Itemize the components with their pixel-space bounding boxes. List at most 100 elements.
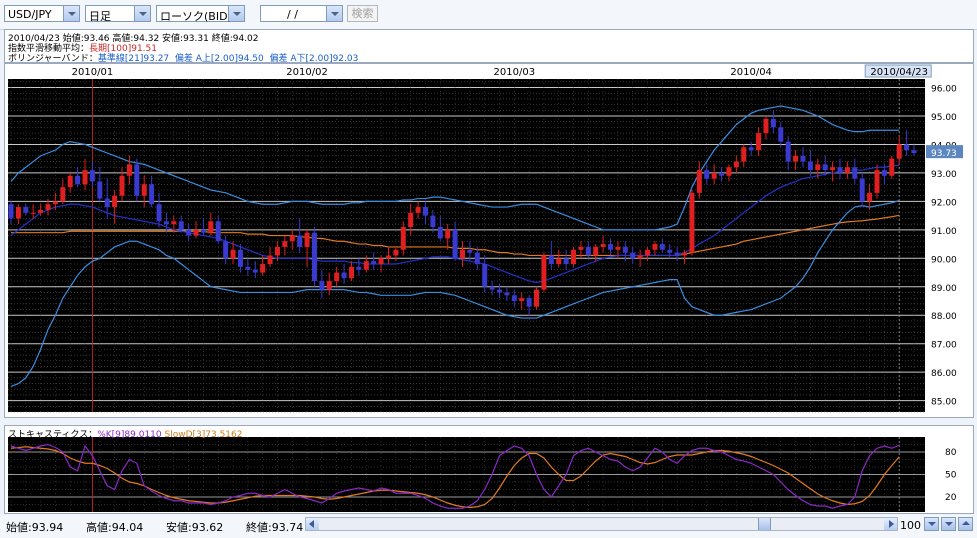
x-axis-band [8,64,925,79]
x-tick-label: 2010/03 [494,67,536,78]
candle-body [519,298,525,301]
candle-body [163,221,169,225]
y-tick-label: 85.00 [931,398,957,408]
x-tick-label: 2010/02 [286,67,328,78]
currency-pair-value: USD/JPY [8,8,52,21]
candle-body [445,229,451,239]
status-close: 終値:93.74 [246,521,304,534]
search-button[interactable]: 検索 [347,5,378,22]
candle-body [711,172,717,179]
candle-body [15,207,21,219]
currency-pair-select[interactable]: USD/JPY [4,5,80,22]
toolbar: USD/JPY 日足 ローソク(BID) / / 検索 [0,0,977,30]
y-tick-label: 92.00 [931,198,957,208]
chart-type-select[interactable]: ローソク(BID) [156,5,245,23]
candle-body [563,258,569,264]
candle-body [215,221,221,242]
date-select[interactable]: / / [260,5,343,22]
candle-body [733,161,739,168]
zoom-level: 100 [900,519,921,532]
scroll-thumb[interactable] [758,518,771,530]
candle-body [645,249,651,256]
stoch-d-value: SlowD[3]73.5162 [164,430,243,440]
scroll-right-icon[interactable] [884,518,897,530]
candle-body [793,155,799,162]
candle-body [178,221,184,230]
candle-body [171,221,177,225]
y-tick-label: 86.00 [931,369,957,379]
candle-body [223,241,229,259]
stochastic-panel[interactable]: ストキャスティクス：%K[9]89.0110 SlowD[3]73.5162 2… [4,425,974,514]
candle-body [622,246,628,253]
candle-body [30,212,36,214]
candle-body [867,192,873,202]
candle-body [89,170,95,182]
x-tick-label: 2010/01 [72,67,114,78]
candle-body [534,289,540,307]
candle-body [311,232,317,282]
candle-body [8,204,14,219]
candle-body [489,286,495,290]
stoch-y-tick-label: 80 [945,448,957,458]
chevron-down-icon[interactable] [134,6,150,21]
y-tick-label: 89.00 [931,284,957,294]
stoch-y-tick-label: 50 [945,471,957,481]
candle-body [600,244,606,247]
stoch-y-tick-label: 20 [945,493,957,503]
candle-body [23,207,29,213]
candle-body [726,167,732,176]
y-tick-label: 91.00 [931,227,957,237]
candle-body [637,255,643,259]
candle-body [652,244,658,250]
chevron-down-icon[interactable] [326,6,342,21]
candle-body [319,281,325,290]
zoom-up-button[interactable] [958,517,973,531]
candle-body [541,255,547,290]
candle-body [45,204,51,210]
candle-body [104,198,110,208]
candle-body [585,246,591,256]
candle-body [659,244,665,250]
candle-body [326,281,332,290]
candle-body [200,229,206,233]
candle-body [741,147,747,162]
candle-body [97,181,103,199]
candle-body [371,261,377,264]
candlestick-chart[interactable]: 2010/01 2010/02 2010/03 2010/04 2010/04/23 85… [5,64,973,417]
candle-body [911,150,917,153]
price-chart-panel[interactable]: 2010/01 2010/02 2010/03 2010/04 2010/04/23 85… [4,63,974,418]
candle-body [112,195,118,208]
candle-body [400,227,406,250]
chevron-down-icon[interactable] [228,6,244,21]
y-tick-label: 88.00 [931,312,957,322]
candle-body [356,266,362,270]
scroll-left-icon[interactable] [306,518,319,530]
period-select[interactable]: 日足 [85,5,151,23]
chevron-down-icon[interactable] [63,6,79,21]
candle-body [682,252,688,256]
y-tick-label: 90.00 [931,255,957,265]
candle-body [289,235,295,242]
x-tick-label: 2010/04/23 [870,67,928,78]
candle-body [630,252,636,259]
stochastic-prefix: ストキャスティクス： [8,430,98,440]
candle-body [904,144,910,151]
zoom-step-down-button[interactable] [941,517,956,531]
candle-body [504,292,510,296]
candle-body [378,258,384,264]
candle-body [385,255,391,259]
candle-body [60,187,66,202]
zoom-down-button[interactable] [924,517,939,531]
candle-body [156,204,162,222]
candle-body [119,175,125,196]
candle-body [141,184,147,196]
candle-body [334,272,340,282]
time-scrollbar[interactable] [305,517,898,531]
candle-body [615,246,621,250]
candle-body [297,235,303,247]
candle-body [422,207,428,216]
candle-body [837,167,843,173]
y-tick-label: 87.00 [931,341,957,351]
candle-body [578,246,584,250]
status-open: 始値:93.94 [6,521,64,534]
